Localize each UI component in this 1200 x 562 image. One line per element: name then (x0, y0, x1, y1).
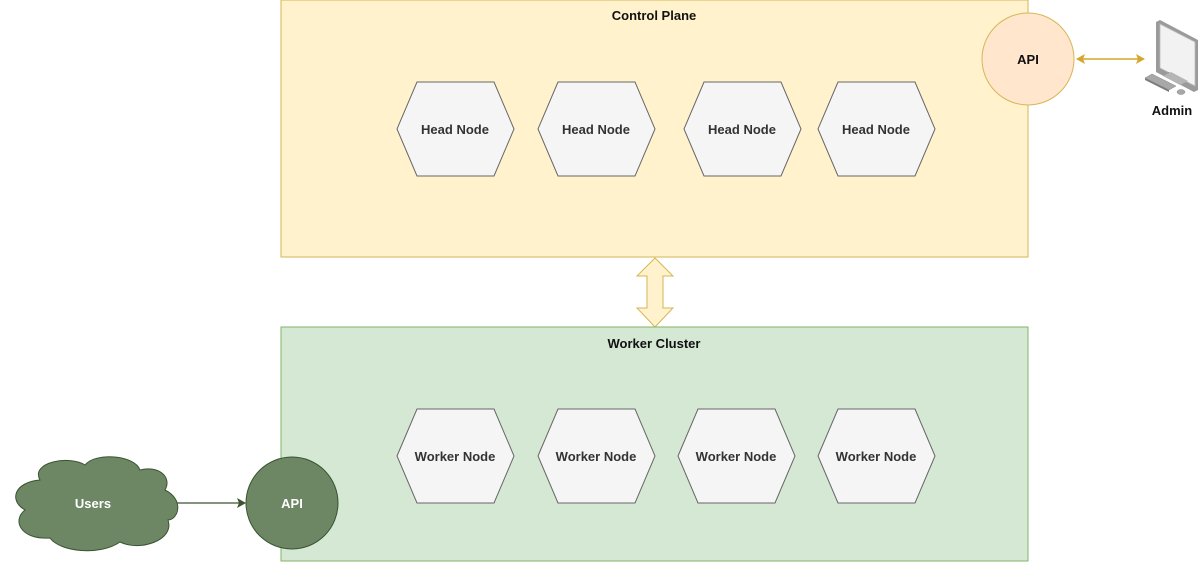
head-node-label: Head Node (562, 122, 630, 137)
worker-node[interactable]: Worker Node (677, 408, 796, 504)
admin-label: Admin (1152, 103, 1193, 118)
control-api-label: API (1017, 52, 1039, 67)
worker-node-label: Worker Node (696, 449, 777, 464)
desktop-computer-icon[interactable] (1144, 20, 1198, 95)
head-node[interactable]: Head Node (817, 81, 936, 177)
worker-node-label: Worker Node (415, 449, 496, 464)
head-node-label: Head Node (842, 122, 910, 137)
worker-node[interactable]: Worker Node (396, 408, 515, 504)
worker-node-label: Worker Node (836, 449, 917, 464)
worker-cluster: Worker Cluster Worker Node Worker Node W… (245, 326, 1029, 562)
worker-node[interactable]: Worker Node (537, 408, 656, 504)
worker-cluster-title: Worker Cluster (608, 336, 701, 351)
admin-connector (1076, 54, 1145, 64)
head-node[interactable]: Head Node (396, 81, 515, 177)
head-node-label: Head Node (421, 122, 489, 137)
users-label: Users (75, 496, 111, 511)
head-node-label: Head Node (708, 122, 776, 137)
worker-node-label: Worker Node (556, 449, 637, 464)
diagram-canvas: Control Plane Head Node Head Node Head N… (15, 0, 1198, 562)
head-node[interactable]: Head Node (683, 81, 802, 177)
control-plane: Control Plane Head Node Head Node Head N… (280, 0, 1075, 258)
worker-api-label: API (281, 496, 303, 511)
control-plane-title: Control Plane (612, 8, 697, 23)
worker-node[interactable]: Worker Node (817, 408, 936, 504)
head-node[interactable]: Head Node (537, 81, 656, 177)
control-api[interactable]: API (981, 12, 1075, 106)
worker-api[interactable]: API (245, 456, 339, 550)
control-worker-link (635, 257, 675, 328)
